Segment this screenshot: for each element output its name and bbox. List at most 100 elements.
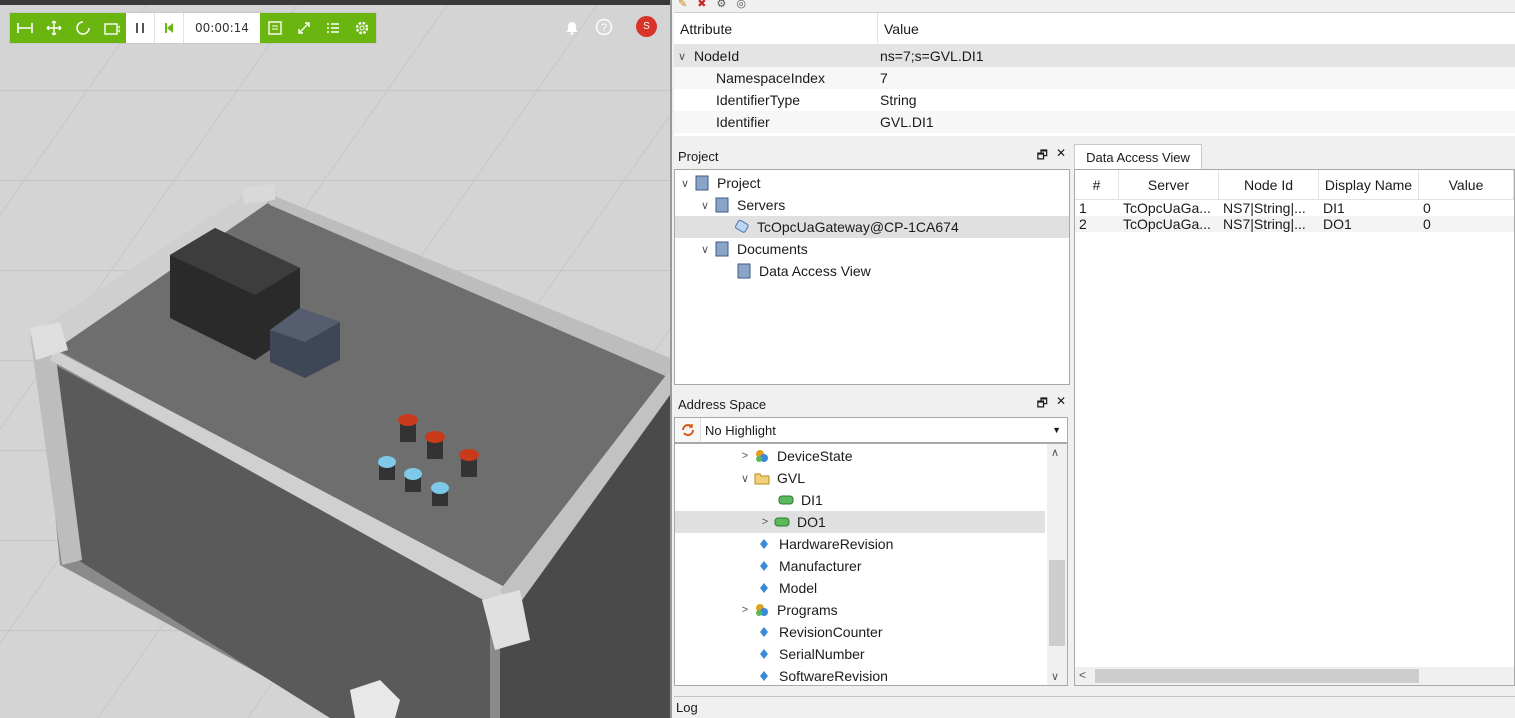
bell-icon[interactable] xyxy=(562,17,582,37)
3d-scene[interactable] xyxy=(0,0,670,718)
restore-icon[interactable]: 🗗 xyxy=(1037,394,1048,415)
scrollbar-thumb[interactable] xyxy=(1049,560,1065,646)
rotate-icon[interactable] xyxy=(68,13,97,43)
tree-item-label: TcOpcUaGateway@CP-1CA674 xyxy=(757,219,959,235)
close-icon[interactable]: ✕ xyxy=(1056,394,1066,415)
list-icon[interactable] xyxy=(318,13,347,43)
attribute-column-header[interactable]: Attribute xyxy=(674,13,878,44)
avatar[interactable]: S xyxy=(636,16,657,37)
attribute-row[interactable]: IdentifierType String xyxy=(674,89,1515,111)
column-header-index[interactable]: # xyxy=(1075,170,1119,199)
chevron-right-icon[interactable]: > xyxy=(737,450,753,462)
cell-node-id: NS7|String|... xyxy=(1223,216,1306,232)
attribute-row[interactable]: ∨ NodeId ns=7;s=GVL.DI1 xyxy=(674,45,1515,67)
tree-item-programs[interactable]: > Programs xyxy=(675,599,1067,621)
chevron-right-icon[interactable]: > xyxy=(757,516,773,528)
servers-icon xyxy=(713,196,731,214)
window-topbar xyxy=(0,0,670,5)
object-icon xyxy=(753,601,771,619)
write-icon[interactable]: ✎ xyxy=(678,0,687,10)
tree-item-revisioncounter[interactable]: RevisionCounter xyxy=(675,621,1067,643)
chevron-down-icon[interactable]: ∨ xyxy=(737,472,753,485)
horizontal-scrollbar[interactable]: < xyxy=(1075,667,1514,685)
highlight-select[interactable]: No Highlight ▼ xyxy=(674,417,1068,443)
chevron-down-icon[interactable]: ∨ xyxy=(697,243,713,256)
chevron-down-icon[interactable]: ▼ xyxy=(1052,425,1067,435)
column-header-display-name[interactable]: Display Name xyxy=(1319,170,1419,199)
tree-item-do1[interactable]: > DO1 xyxy=(675,511,1045,533)
refresh-icon[interactable] xyxy=(675,418,701,442)
tree-item-label: Manufacturer xyxy=(779,558,862,574)
tree-item-serialnumber[interactable]: SerialNumber xyxy=(675,643,1067,665)
property-icon xyxy=(755,667,773,685)
tree-item-model[interactable]: Model xyxy=(675,577,1067,599)
tree-item-softwarerevision[interactable]: SoftwareRevision xyxy=(675,665,1067,685)
tree-item-data-access-view[interactable]: Data Access View xyxy=(675,260,1069,282)
cell-node-id: NS7|String|... xyxy=(1223,200,1306,216)
scrollbar-thumb[interactable] xyxy=(1095,669,1419,683)
log-dock-title[interactable]: Log xyxy=(674,696,1515,718)
chevron-down-icon[interactable]: ∨ xyxy=(674,50,690,63)
tree-item-hardwarerevision[interactable]: HardwareRevision xyxy=(675,533,1067,555)
document-icon xyxy=(735,262,753,280)
tree-item-di1[interactable]: DI1 xyxy=(675,489,1067,511)
tree-item-manufacturer[interactable]: Manufacturer xyxy=(675,555,1067,577)
cell-value: 0 xyxy=(1423,216,1431,232)
simulation-viewport[interactable]: 00:00:14 ? S xyxy=(0,0,670,718)
red-button xyxy=(459,449,479,477)
tree-item-project[interactable]: ∨ Project xyxy=(675,172,1069,194)
move-icon[interactable] xyxy=(39,13,68,43)
property-icon xyxy=(755,535,773,553)
cell-index: 1 xyxy=(1079,200,1087,216)
tree-item-label: GVL xyxy=(777,470,806,486)
highlight-select-value: No Highlight xyxy=(705,422,776,438)
tree-item-gvl[interactable]: ∨ GVL xyxy=(675,467,1067,489)
attribute-row[interactable]: NamespaceIndex 7 xyxy=(674,67,1515,89)
attribute-row[interactable]: Identifier GVL.DI1 xyxy=(674,111,1515,133)
simulation-toolbar: 00:00:14 xyxy=(10,13,376,43)
fit-width-icon[interactable] xyxy=(10,13,39,43)
attribute-value: 7 xyxy=(880,70,888,86)
chevron-down-icon[interactable]: ∨ xyxy=(697,199,713,212)
red-button xyxy=(425,431,445,459)
network-icon[interactable]: ⚙ xyxy=(716,0,726,10)
settings-icon[interactable]: ◎ xyxy=(736,0,746,10)
gear-icon[interactable] xyxy=(347,13,376,43)
table-row[interactable]: 2 TcOpcUaGa... NS7|String|... DO1 0 xyxy=(1075,216,1514,232)
step-back-icon[interactable] xyxy=(155,13,184,43)
chevron-right-icon[interactable]: > xyxy=(737,604,753,616)
scroll-left-icon[interactable]: < xyxy=(1079,668,1086,682)
delete-icon[interactable]: ✖ xyxy=(697,0,706,10)
scroll-down-icon[interactable]: ∨ xyxy=(1051,670,1059,683)
tree-item-servers[interactable]: ∨ Servers xyxy=(675,194,1069,216)
table-row[interactable]: 1 TcOpcUaGa... NS7|String|... DI1 0 xyxy=(1075,200,1514,216)
link-icon[interactable] xyxy=(289,13,318,43)
camera-icon[interactable] xyxy=(97,13,126,43)
column-header-server[interactable]: Server xyxy=(1119,170,1219,199)
tree-item-label: SoftwareRevision xyxy=(779,668,888,684)
project-tree: ∨ Project ∨ Servers TcOpcUaGateway@CP-1C… xyxy=(674,169,1070,385)
tree-item-label: Data Access View xyxy=(759,263,871,279)
value-column-header[interactable]: Value xyxy=(878,13,925,44)
simulation-timer: 00:00:14 xyxy=(184,13,260,43)
help-icon[interactable]: ? xyxy=(594,17,614,37)
close-icon[interactable]: ✕ xyxy=(1056,146,1066,167)
tree-item-label: SerialNumber xyxy=(779,646,865,662)
vertical-scrollbar[interactable]: ∧ ∨ xyxy=(1047,444,1067,685)
pause-icon[interactable] xyxy=(126,13,155,43)
tree-item-documents[interactable]: ∨ Documents xyxy=(675,238,1069,260)
cell-server: TcOpcUaGa... xyxy=(1123,216,1211,232)
scroll-up-icon[interactable]: ∧ xyxy=(1051,446,1059,459)
frame-icon[interactable] xyxy=(260,13,289,43)
object-icon xyxy=(753,447,771,465)
attribute-value: String xyxy=(880,92,917,108)
column-header-value[interactable]: Value xyxy=(1419,170,1514,199)
chevron-down-icon[interactable]: ∨ xyxy=(677,177,693,190)
tab-data-access-view[interactable]: Data Access View xyxy=(1074,144,1202,169)
tree-item-server-connection[interactable]: TcOpcUaGateway@CP-1CA674 xyxy=(675,216,1069,238)
tree-item-devicestate[interactable]: > DeviceState xyxy=(675,445,1067,467)
project-dock-title: Project 🗗 ✕ xyxy=(674,144,1070,168)
blue-button xyxy=(404,468,422,492)
column-header-node-id[interactable]: Node Id xyxy=(1219,170,1319,199)
restore-icon[interactable]: 🗗 xyxy=(1037,146,1048,167)
